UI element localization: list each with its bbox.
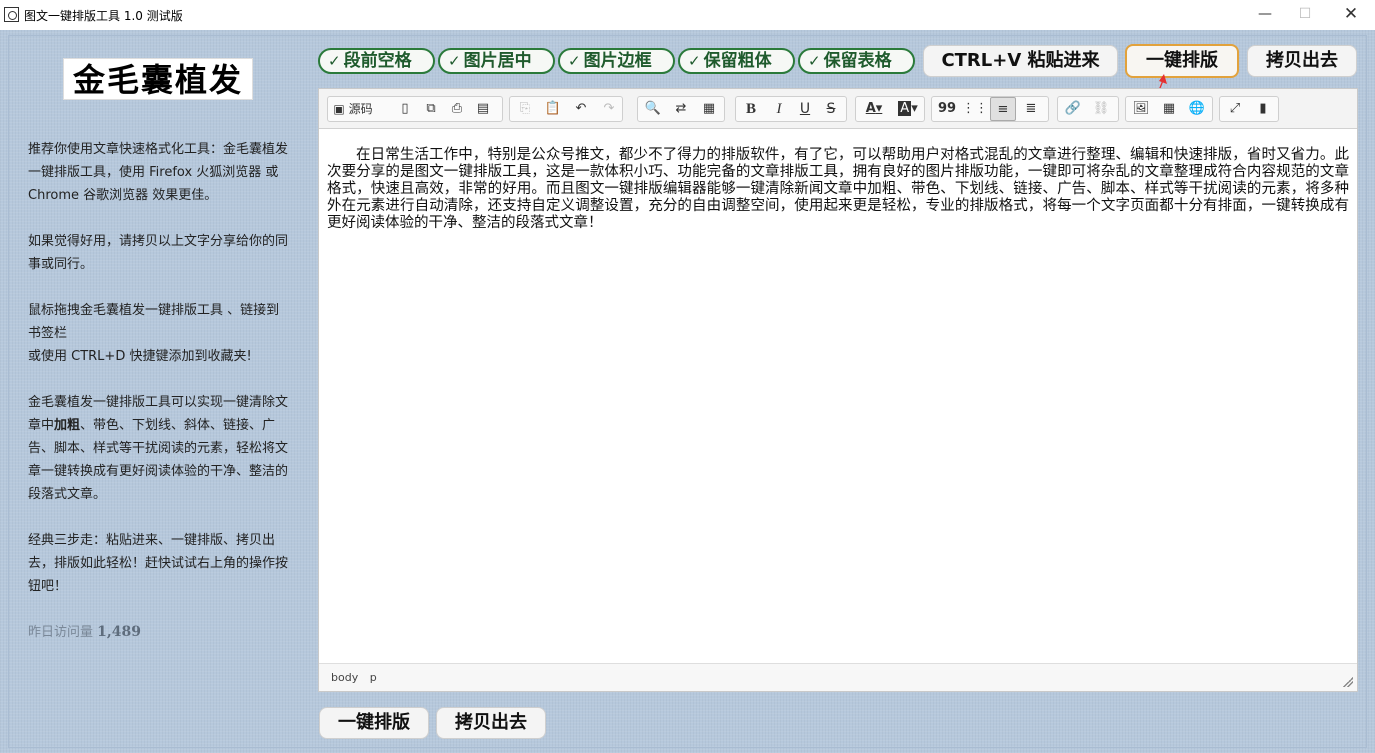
option-label: 图片居中 — [463, 51, 532, 71]
bold-icon[interactable]: B — [738, 97, 764, 121]
visit-count-label: 昨日访问量 — [28, 625, 94, 640]
sidebar-share: 如果觉得好用，请拷贝以上文字分享给你的同事或同行。 — [28, 234, 289, 272]
italic-icon[interactable]: I — [766, 97, 792, 121]
visit-count-value: 1,489 — [97, 624, 141, 640]
option-label: 保留粗体 — [703, 51, 772, 71]
option-image-border[interactable]: ✓ 图片边框 — [558, 48, 675, 74]
brand-logo: 金毛囊植发 — [63, 58, 253, 100]
align-right-icon[interactable]: ≣ — [1018, 97, 1044, 121]
toolbar-group-text-style: B I U S — [735, 96, 847, 122]
source-button[interactable]: ▣ 源码 — [330, 97, 376, 121]
path-body[interactable]: body — [331, 671, 358, 684]
option-label: 段前空格 — [343, 51, 412, 71]
option-keep-table[interactable]: ✓ 保留表格 — [798, 48, 915, 74]
iframe-globe-icon[interactable]: 🌐 — [1184, 97, 1210, 121]
toolbar-group-paragraph: 99 ⋮⋮ ≡ ≣ — [931, 96, 1049, 122]
features-bold: 加粗 — [54, 418, 81, 433]
strikethrough-icon[interactable]: S — [818, 97, 844, 121]
sidebar-intro: 推荐你使用文章快速格式化工具：金毛囊植发一键排版工具，使用 Firefox 火狐… — [28, 142, 289, 203]
toolbar-group-link: 🔗 ⛓ — [1057, 96, 1119, 122]
align-left-icon[interactable]: ≡ — [990, 97, 1016, 121]
editor-toolbar: ▣ 源码 ▯ ⧉ ⎙ ▤ ⎘ 📋 ↶ ↷ 🔍 ⇄ ▦ B I U S A▾ A … — [319, 89, 1357, 129]
format-brush-icon[interactable]: ▦ — [696, 97, 722, 121]
option-keep-bold[interactable]: ✓ 保留粗体 — [678, 48, 795, 74]
find-icon[interactable]: 🔍 — [640, 97, 666, 121]
toolbar-group-view: ⤢ ▮ — [1219, 96, 1279, 122]
minimize-button[interactable]: — — [1253, 4, 1277, 24]
sidebar-bookmark: 鼠标拖拽金毛囊植发一键排版工具 、链接到书签栏 或使用 CTRL+D 快捷键添加… — [28, 299, 290, 368]
image-icon[interactable]: 🖼 — [1128, 97, 1154, 121]
link-icon[interactable]: 🔗 — [1060, 97, 1086, 121]
copy-button-bottom[interactable]: 拷贝出去 — [436, 707, 546, 739]
paste-button[interactable]: CTRL+V 粘贴进来 — [923, 45, 1118, 77]
option-label: 保留表格 — [823, 51, 892, 71]
toolbar-group-document: ▣ 源码 ▯ ⧉ ⎙ ▤ — [327, 96, 503, 122]
visit-count: 昨日访问量 1,489 — [28, 621, 290, 644]
toolbar-group-color: A▾ A ▾ — [855, 96, 925, 122]
check-icon: ✓ — [328, 52, 341, 70]
toolbar-group-find: 🔍 ⇄ ▦ — [637, 96, 725, 122]
option-label: 图片边框 — [583, 51, 652, 71]
replace-icon[interactable]: ⇄ — [668, 97, 694, 121]
font-color-label: A — [865, 101, 876, 116]
close-button[interactable]: ✕ — [1339, 4, 1363, 24]
check-icon: ✓ — [688, 52, 701, 70]
toolbar-group-insert: 🖼 ▦ 🌐 — [1125, 96, 1213, 122]
resize-handle[interactable] — [1343, 677, 1353, 687]
main-area: 金毛囊植发 推荐你使用文章快速格式化工具：金毛囊植发一键排版工具，使用 Fire… — [0, 30, 1375, 753]
source-label: 源码 — [348, 102, 373, 116]
check-icon: ✓ — [448, 52, 461, 70]
format-button-bottom[interactable]: 一键排版 — [319, 707, 429, 739]
new-page-icon[interactable]: ▯ — [392, 97, 418, 121]
unlink-icon[interactable]: ⛓ — [1088, 97, 1114, 121]
sidebar-bookmark-line1: 鼠标拖拽金毛囊植发一键排版工具 、链接到书签栏 — [28, 303, 280, 341]
path-p[interactable]: p — [370, 671, 377, 684]
template-icon[interactable]: ▤ — [470, 97, 496, 121]
copy-icon[interactable]: ⎘ — [512, 97, 538, 121]
underline-icon[interactable]: U — [792, 97, 818, 121]
editor-content[interactable]: 在日常生活工作中，特别是公众号推文，都少不了得力的排版软件，有了它，可以帮助用户… — [327, 147, 1349, 232]
print-icon[interactable]: ⎙ — [444, 97, 470, 121]
check-icon: ✓ — [808, 52, 821, 70]
paste-icon[interactable]: 📋 — [540, 97, 566, 121]
blockquote-icon[interactable]: 99 — [934, 97, 960, 121]
element-path: body p — [331, 671, 385, 684]
undo-icon[interactable]: ↶ — [568, 97, 594, 121]
preview-icon[interactable]: ⧉ — [418, 97, 444, 121]
sidebar-steps: 经典三步走：粘贴进来、一键排版、拷贝出去，排版如此轻松！赶快试试右上角的操作按钮… — [28, 533, 289, 594]
bg-color-icon[interactable]: A ▾ — [892, 97, 924, 121]
maximize-icon[interactable]: ⤢ — [1222, 97, 1248, 121]
sidebar: 推荐你使用文章快速格式化工具：金毛囊植发一键排版工具，使用 Firefox 火狐… — [28, 138, 290, 644]
sidebar-features: 金毛囊植发一键排版工具可以实现一键清除文章中加粗、带色、下划线、斜体、链接、广告… — [28, 391, 290, 506]
maximize-button[interactable]: ☐ — [1293, 4, 1317, 24]
option-indent[interactable]: ✓ 段前空格 — [318, 48, 435, 74]
show-blocks-icon[interactable]: ▮ — [1250, 97, 1276, 121]
bg-color-label: A — [898, 101, 912, 116]
rich-text-editor: ▣ 源码 ▯ ⧉ ⎙ ▤ ⎘ 📋 ↶ ↷ 🔍 ⇄ ▦ B I U S A▾ A … — [318, 88, 1358, 692]
editor-statusbar: body p — [319, 663, 1357, 691]
copy-button[interactable]: 拷贝出去 — [1247, 45, 1357, 77]
option-image-center[interactable]: ✓ 图片居中 — [438, 48, 555, 74]
div-container-icon[interactable]: ⋮⋮ — [962, 97, 988, 121]
toolbar-group-clipboard: ⎘ 📋 ↶ ↷ — [509, 96, 623, 122]
table-icon[interactable]: ▦ — [1156, 97, 1182, 121]
app-icon — [4, 7, 19, 22]
window-title: 图文一键排版工具 1.0 测试版 — [24, 9, 183, 23]
window-titlebar: 图文一键排版工具 1.0 测试版 — ☐ ✕ — [0, 0, 1375, 30]
redo-icon[interactable]: ↷ — [596, 97, 622, 121]
sidebar-bookmark-line2: 或使用 CTRL+D 快捷键添加到收藏夹! — [28, 349, 252, 364]
check-icon: ✓ — [568, 52, 581, 70]
font-color-icon[interactable]: A▾ — [858, 97, 890, 121]
